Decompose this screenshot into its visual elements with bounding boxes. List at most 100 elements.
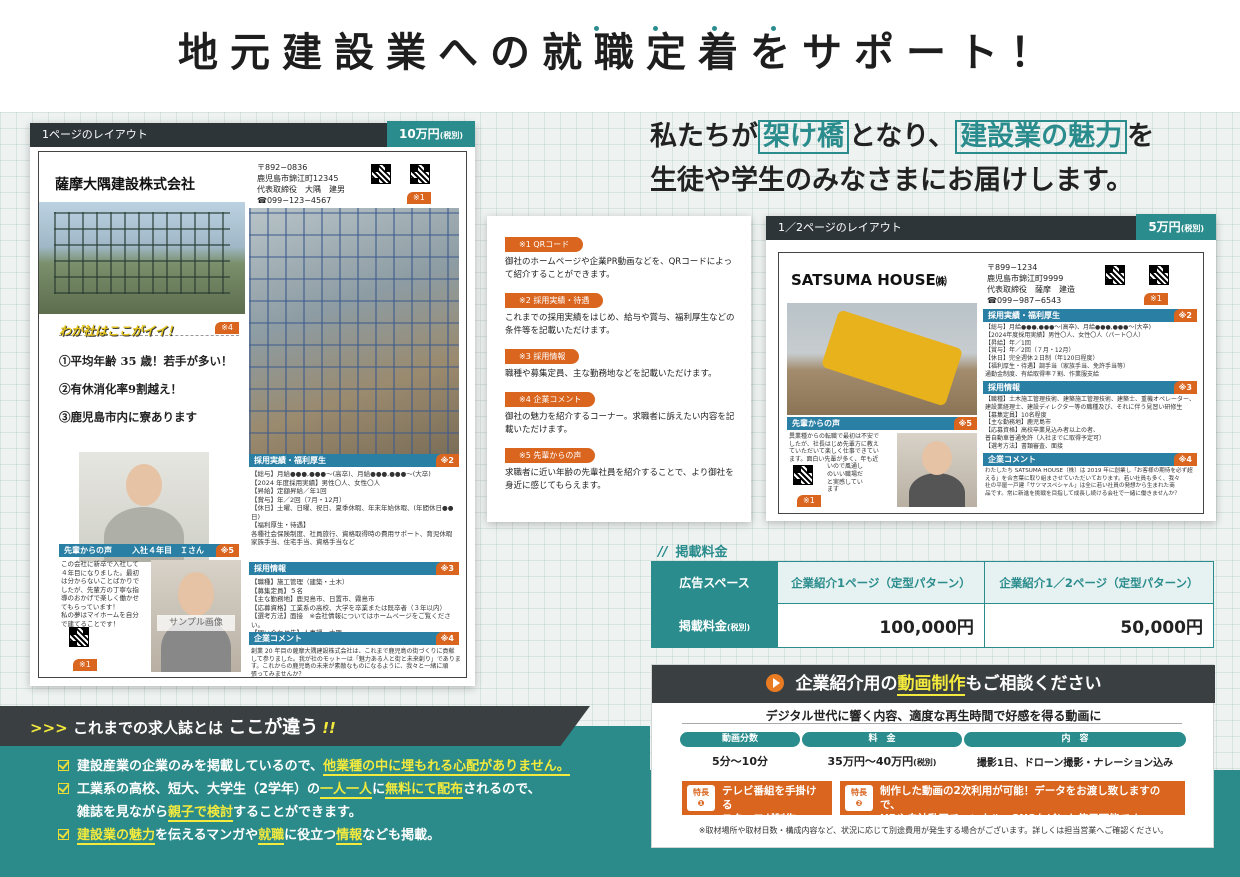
bullet-text: されるので、 xyxy=(463,782,541,797)
explanation-text: 求職者に近い年齢の先輩社員を紹介することで、より御社を身近に感じてもらえます。 xyxy=(505,468,734,491)
voice-line: したが、先輩方の丁寧な指 xyxy=(61,585,139,594)
section-title: 採用実績・福利厚生 xyxy=(988,311,1060,320)
video-card: 企業紹介用の動画制作もご相談ください デジタル世代に響く内容、適度な再生時間で好… xyxy=(651,664,1215,848)
section-title: 採用実績・福利厚生 xyxy=(254,456,326,465)
price-value: 10万円 xyxy=(398,127,440,141)
postal-code: 〒892−0836 xyxy=(257,163,308,172)
bullet-highlight: 情報 xyxy=(336,828,363,845)
price-note: (税別) xyxy=(439,131,463,140)
section-title: 企業コメント xyxy=(254,634,302,643)
video-col-value: 5分〜10分 xyxy=(712,755,768,768)
tagline-line2: 生徒や学生のみなさまにお届けします。 xyxy=(650,165,1134,196)
explanation-label: ※3 採用情報 xyxy=(505,349,580,364)
video-footnote: ※取材場所や取材日数・構成内容など、状況に応じて別途費用が発生する場合がございま… xyxy=(698,826,1169,835)
detail-line: 【福利厚生・待遇】 xyxy=(251,521,310,529)
fees-price-row: 掲載料金(税別) 100,000円 50,000円 xyxy=(651,603,1215,648)
representative: 代表取締役 薩摩 建造 xyxy=(987,285,1075,294)
detail-line: 【募集定員】５名 xyxy=(251,586,303,595)
difference-bullet-2: 工業系の高校、短大、大学生（2学年）の一人一人に無料にて配布されるので、 雑誌を… xyxy=(58,780,541,823)
tagline-highlight: 架け橋 xyxy=(758,120,849,154)
video-banner-text: もご相談ください xyxy=(965,674,1102,694)
bullet-highlight: 無料にて配布 xyxy=(385,782,464,799)
detail-line: 【職種】施工管理（建築・土木） xyxy=(251,578,349,586)
qr-badge: ※1 xyxy=(797,495,821,507)
section-number: ※2 xyxy=(435,454,459,467)
voice-subtitle: 入社４年目 Ｉさん xyxy=(132,546,204,555)
voice-text: この会社に新卒で入社して ４年目になりました。最初 は分からないことばかりで し… xyxy=(61,560,146,628)
info-details: 【職種】施工管理（建築・土木） 【募集定員】５名 【主な勤務地】鹿児島市、日置市… xyxy=(251,578,459,638)
video-price-value: 35万円〜40万円 xyxy=(827,755,914,768)
senior-photo xyxy=(897,433,977,507)
emphasis-dot xyxy=(771,26,776,31)
address: 鹿児島市錦江町12345 xyxy=(257,174,339,183)
bullet-highlight: 建設業の魅力 xyxy=(77,828,156,845)
headline: 地元建設業への就職定着をサポート！ xyxy=(178,30,1062,76)
jobs-details: 【総与】月給●●●,●●●〜(高卒)、月給●●●,●●●〜(大卒) 【2024年… xyxy=(985,324,1199,379)
qr-code-icon xyxy=(793,465,813,485)
detail-line: 【福利厚生・待遇】調手当（家族手当、免許手当等） xyxy=(985,362,1130,370)
qr-badge: ※1 xyxy=(407,192,431,204)
comment-line: 品です。常に新進を挑戦を目指して成長し続ける会社で一緒に働きませんか？ xyxy=(985,490,1180,497)
section-comment: 企業コメント ※4 xyxy=(249,632,459,645)
video-col-label: 料 金 xyxy=(802,732,962,747)
feature-badge-text: 特長 xyxy=(851,788,867,797)
feature-badge-number: ❶ xyxy=(697,799,705,808)
comment-line: す。これからの鹿児島の未来が素敵なものになるように、我々と一緒に頑 xyxy=(251,663,449,670)
feature-badge-number: ❷ xyxy=(855,799,863,808)
comment-line: 社の平屋一戸建「サツマスペシャル」は全に若い社員の発想から生まれた商 xyxy=(985,483,1175,490)
emphasis-dot xyxy=(653,26,658,31)
bullet-text: に xyxy=(372,782,386,797)
senior-head xyxy=(178,572,214,616)
appeal-title-row: わが社はここがイイ！ ※4 xyxy=(59,320,239,338)
detail-line: 【総与】月給●●●,●●●〜(高卒)、月給●●●,●●●〜(大卒) xyxy=(985,324,1152,331)
worker-head xyxy=(126,464,162,506)
sample-sheet: 薩摩大隅建設株式会社 〒892−0836 鹿児島市錦江町12345 代表取締役 … xyxy=(38,151,467,678)
explanation-label: ※1 QRコード xyxy=(505,237,584,252)
explanation-label: ※4 企業コメント xyxy=(505,392,596,407)
detail-line: 通勤金制度、有給取得率７割、作業服支給 xyxy=(985,370,1100,378)
flyer-page: 地元建設業への就職定着をサポート！ 私たちが 架け橋 となり、 建設業の魅力を 生徒や… xyxy=(0,0,1240,877)
bullet-text: することができます。 xyxy=(233,805,362,820)
voice-line: 私の夢はマイホームを自分 xyxy=(61,611,139,619)
tagline-line1: 私たちが 架け橋 となり、 建設業の魅力を xyxy=(650,118,1230,156)
voice-line: ４年目になりました。最初 xyxy=(61,568,139,577)
video-price-note: (税別) xyxy=(913,758,937,767)
explanation-item: ※5 先輩からの声 求職者に近い年齢の先輩社員を紹介することで、より御社を身近に感… xyxy=(505,443,739,493)
section-number: ※5 xyxy=(215,544,239,557)
section-title: 先輩からの声 xyxy=(792,419,840,428)
feature-badge-text: 特長 xyxy=(693,788,709,797)
phone: ☎099−987−6543 xyxy=(987,296,1062,305)
difference-title: >>> これまでの求人誌とは ここが違う!! xyxy=(30,713,336,739)
voice-line: ます xyxy=(827,486,840,494)
voice-line: ていただいて楽しく仕事できてい xyxy=(789,448,879,456)
fees-row-label-text: 掲載料金 xyxy=(678,619,727,633)
comment-line: 創業 20 年目の薩摩大隅建設株式会社は、これまで鹿児島の街づくりに貢献 xyxy=(251,648,455,655)
emphasis-dot xyxy=(712,26,717,31)
detail-line: 【賞与】年／2回（7月・12月） xyxy=(251,495,346,504)
explanation-item: ※3 採用情報 職種や募集定員、主な勤務地などを記載いただけます。 xyxy=(505,344,739,381)
excavator-photo xyxy=(787,303,977,415)
section-number: ※4 xyxy=(1173,453,1197,466)
qr-code-icon xyxy=(410,164,430,184)
detail-line: 【職種】土木施工管理技術、建築施工管理技術、建築士、重機オペレーター、 xyxy=(985,396,1195,403)
bullet-text: 雑誌を見ながら xyxy=(77,805,169,820)
jobs-details: 【総与】月給●●●,●●●〜(高卒)、月給●●●,●●●〜(大卒) 【2024 … xyxy=(251,470,459,547)
section-title: 企業コメント xyxy=(988,455,1036,464)
layout-half-price: 5万円(税別) xyxy=(1136,214,1216,240)
video-subtitle: デジタル世代に響く内容、適度な再生時間で好感を得る動画に xyxy=(765,709,1102,723)
voice-line: てもらっています！ xyxy=(61,602,119,611)
fees-col-full: 企業紹介1ページ（定型パターン） xyxy=(777,561,985,604)
detail-line: 【休日】土曜、日曜、祝日、夏季休暇、年末年始休暇、(年間休日●●日) xyxy=(251,504,454,521)
video-banner-highlight: 動画制作 xyxy=(897,674,966,696)
price-value: 5万円 xyxy=(1148,220,1181,234)
bullet-highlight: 他業種の中に xyxy=(323,759,402,776)
fees-price-half: 50,000円 xyxy=(983,603,1215,648)
comment-line: わたしたち SATSUMA HOUSE（株）は 2019 年に創業し「お客様の期… xyxy=(985,468,1193,474)
section-number: ※3 xyxy=(1173,381,1197,394)
video-col-price: 料 金 35万円〜40万円(税別) xyxy=(802,732,962,769)
detail-line: 【主な勤務地】鹿児島市、日置市、霧島市 xyxy=(251,595,375,603)
feature-line: テレビ番組を手掛ける xyxy=(722,785,817,811)
fees-row-label: 掲載料金(税別) xyxy=(651,603,778,648)
appeal-list: ①平均年齢 35 歳！若手が多い！ ②有休消化率9割越え！ ③鹿児島市内に寮あり… xyxy=(59,347,233,431)
postal-code: 〒899−1234 xyxy=(987,263,1038,272)
